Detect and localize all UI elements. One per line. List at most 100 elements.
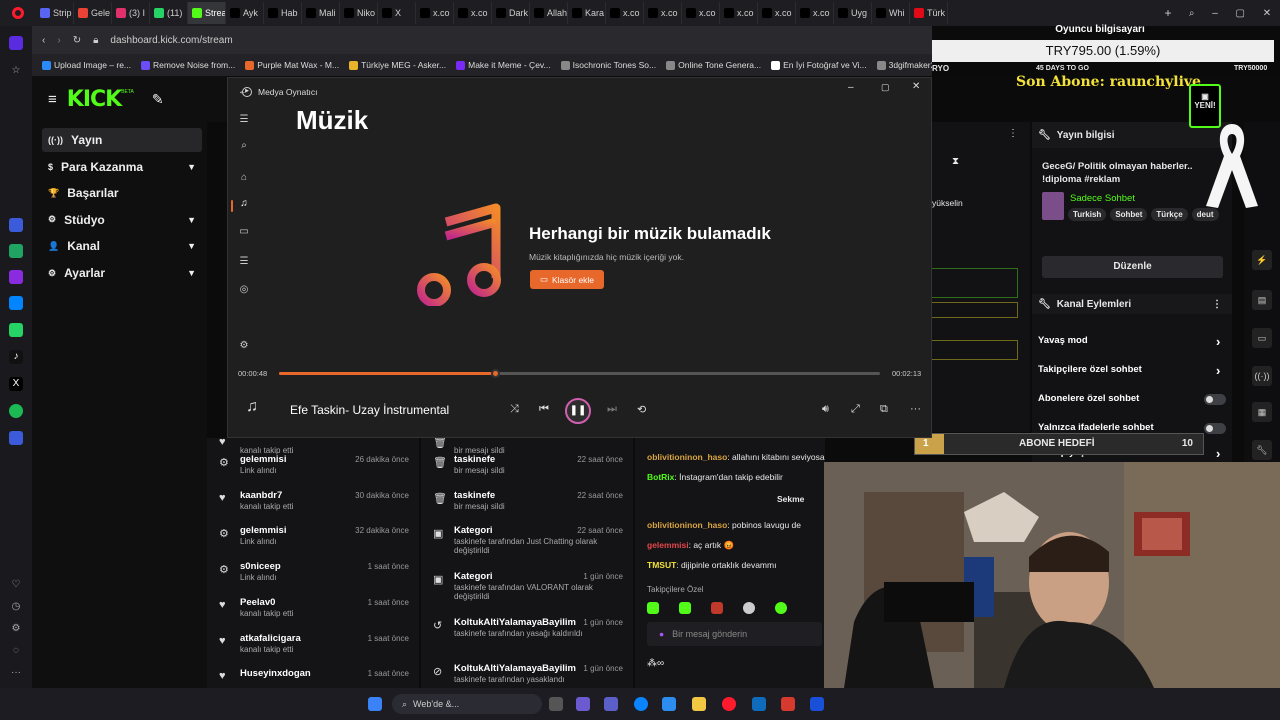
- tiktok-icon[interactable]: ♪: [9, 350, 23, 364]
- browser-tab[interactable]: Kara: [568, 2, 606, 24]
- reload-icon[interactable]: ↻: [73, 35, 81, 46]
- layout-icon[interactable]: ▦: [1252, 402, 1272, 422]
- chevron-right-icon[interactable]: ›: [1216, 446, 1220, 461]
- kick-logo[interactable]: KICK: [67, 87, 122, 112]
- lightbulb-icon[interactable]: ◌: [9, 644, 23, 658]
- whatsapp-icon[interactable]: [9, 323, 23, 337]
- bookmark-item[interactable]: En İyi Fotoğraf ve Vi...: [771, 60, 867, 70]
- browser-tab[interactable]: x.co: [454, 2, 492, 24]
- task-view-icon[interactable]: [549, 697, 563, 711]
- back-icon[interactable]: ‹: [42, 35, 45, 46]
- playlist-icon[interactable]: ☰: [237, 256, 251, 267]
- minimize-icon[interactable]: –: [1212, 8, 1218, 19]
- chat-username[interactable]: gelemmisi: [647, 540, 689, 550]
- bookmark-item[interactable]: Isochronic Tones So...: [560, 60, 656, 70]
- seek-bar[interactable]: [279, 369, 880, 378]
- bookmark-item[interactable]: Purple Mat Wax - M...: [245, 60, 339, 70]
- sidebar-item[interactable]: ⚙ Stüdyo ▼: [42, 208, 202, 232]
- copilot-icon[interactable]: [576, 697, 590, 711]
- x-icon[interactable]: X: [9, 377, 23, 391]
- feed-item-name[interactable]: atkafalicigara: [240, 633, 301, 644]
- forward-icon[interactable]: ›: [57, 35, 60, 46]
- browser-tab[interactable]: (11): [150, 2, 188, 24]
- new-tab-button[interactable]: +: [1156, 6, 1180, 20]
- emote-icon[interactable]: [647, 602, 659, 614]
- chat-bubble-icon[interactable]: ▭: [1252, 328, 1272, 348]
- opera-icon[interactable]: [722, 697, 736, 711]
- feed-item-name[interactable]: Kategori: [454, 571, 493, 582]
- previous-icon[interactable]: ⏮︎: [539, 403, 549, 416]
- wrench-icon[interactable]: 🔧︎: [1252, 440, 1272, 460]
- chat-footer-icons[interactable]: ⁂∞: [647, 658, 664, 669]
- sidebar-item[interactable]: ⚙ Ayarlar ▼: [42, 261, 202, 285]
- browser-tab[interactable]: Ayk: [226, 2, 264, 24]
- document-icon[interactable]: ▤: [1252, 290, 1272, 310]
- feed-item-name[interactable]: Huseyinxdogan: [240, 668, 311, 679]
- browser-tab[interactable]: x.co: [720, 2, 758, 24]
- outlook-icon[interactable]: [752, 697, 766, 711]
- browser-tab[interactable]: x.co: [682, 2, 720, 24]
- chevron-right-icon[interactable]: ›: [1216, 334, 1220, 349]
- feed-item-name[interactable]: Kategori: [454, 525, 493, 536]
- bolt-icon[interactable]: ⚡: [1252, 250, 1272, 270]
- seek-thumb[interactable]: [491, 369, 501, 378]
- browser-tab[interactable]: Niko: [340, 2, 378, 24]
- more-options-icon[interactable]: ···: [910, 403, 921, 415]
- maximize-icon[interactable]: ▢: [1236, 8, 1245, 19]
- back-icon[interactable]: ←: [238, 86, 248, 97]
- search-tabs-icon[interactable]: ⌕: [1189, 8, 1195, 19]
- feed-item-name[interactable]: s0niceep: [240, 561, 281, 572]
- browser-tab[interactable]: (3) I: [112, 2, 150, 24]
- bookmark-item[interactable]: Türkiye MEG - Asker...: [349, 60, 446, 70]
- play-queue-icon[interactable]: ◎: [237, 284, 251, 295]
- emote-icon[interactable]: [743, 602, 755, 614]
- video-icon[interactable]: ▭: [237, 226, 251, 237]
- browser-tab[interactable]: Gele: [74, 2, 112, 24]
- explorer-icon[interactable]: [692, 697, 706, 711]
- fullscreen-icon[interactable]: ⤢: [851, 403, 860, 416]
- spotify-icon[interactable]: [9, 404, 23, 418]
- bookmark-item[interactable]: Online Tone Genera...: [666, 60, 761, 70]
- sidebar-item[interactable]: 🏆 Başarılar: [42, 181, 202, 205]
- browser-tab[interactable]: x.co: [758, 2, 796, 24]
- messenger-icon[interactable]: [9, 296, 23, 310]
- browser-tab[interactable]: Hab: [264, 2, 302, 24]
- feed-item-name[interactable]: gelemmisi: [240, 454, 286, 465]
- taskbar-search[interactable]: ⌕ Web'de &...: [392, 694, 542, 714]
- app-icon[interactable]: [810, 697, 824, 711]
- feed-item-name[interactable]: KoltukAltiYalamayaBayilim: [454, 617, 576, 628]
- teams-icon[interactable]: [604, 697, 618, 711]
- add-folder-button[interactable]: ▭ Klasör ekle: [530, 270, 604, 289]
- sidebar-item[interactable]: ((·)) Yayın: [42, 128, 202, 152]
- close-icon[interactable]: ✕: [1263, 8, 1271, 19]
- browser-tab[interactable]: Uyg: [834, 2, 872, 24]
- bookmark-item[interactable]: Make it Meme - Çev...: [456, 60, 551, 70]
- settings-icon[interactable]: ⚙: [9, 622, 23, 636]
- menu-icon[interactable]: ≡: [48, 91, 57, 108]
- browser-tab[interactable]: Dark: [492, 2, 530, 24]
- browser-tab[interactable]: Allah: [530, 2, 568, 24]
- start-icon[interactable]: [368, 697, 382, 711]
- more-icon[interactable]: ···: [9, 666, 23, 680]
- kebab-icon[interactable]: ⋮: [1008, 128, 1018, 139]
- feed-item-name[interactable]: KoltukAltiYalamayaBayilim: [454, 663, 576, 674]
- browser-tab[interactable]: x.co: [606, 2, 644, 24]
- bookmark-item[interactable]: Remove Noise from...: [141, 60, 235, 70]
- emote-icon[interactable]: [775, 602, 787, 614]
- star-icon[interactable]: ☆: [9, 64, 23, 78]
- player-icon[interactable]: [9, 431, 23, 445]
- bookmark-item[interactable]: 3dgifmaker28349.gif: [876, 60, 932, 70]
- stream-tag[interactable]: Sohbet: [1110, 208, 1148, 221]
- browser-tab[interactable]: Türk: [910, 2, 948, 24]
- home-icon[interactable]: [9, 36, 23, 50]
- aria-icon[interactable]: [9, 218, 23, 232]
- music-icon[interactable]: ♫: [237, 198, 251, 209]
- url-field[interactable]: dashboard.kick.com/stream: [110, 35, 232, 46]
- repeat-icon[interactable]: ⟲: [637, 403, 646, 416]
- volume-icon[interactable]: 🔊︎: [822, 403, 829, 416]
- search-icon[interactable]: ⌕: [237, 140, 251, 151]
- bookmark-item[interactable]: Upload Image – re...: [42, 60, 131, 70]
- heart-icon[interactable]: ♡: [9, 578, 23, 592]
- shuffle-icon[interactable]: ⤨: [510, 403, 519, 416]
- feed-item-name[interactable]: Peelav0: [240, 597, 275, 608]
